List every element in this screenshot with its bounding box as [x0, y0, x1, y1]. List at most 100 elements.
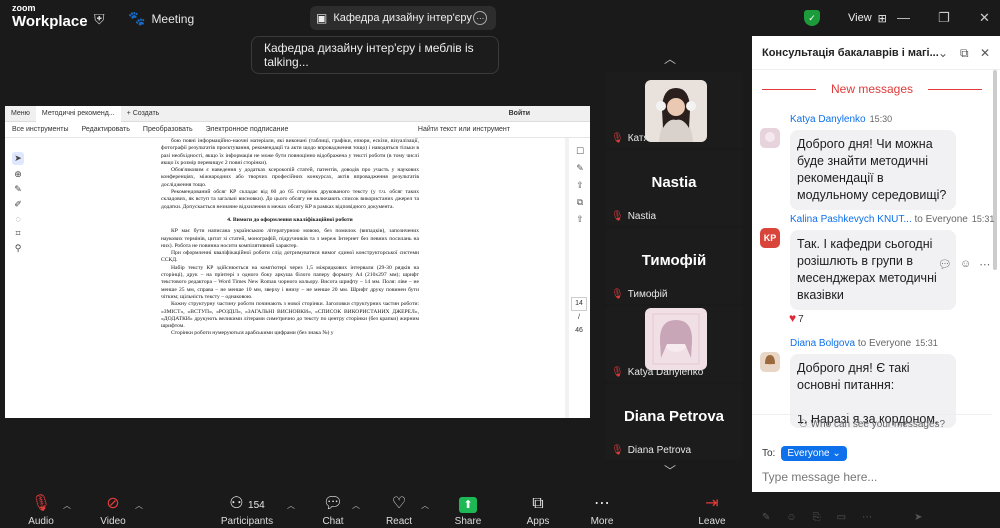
pop-out-icon[interactable]: ⧉ — [960, 46, 969, 61]
emoji-icon[interactable]: ☺ — [960, 258, 971, 271]
screenshot-icon[interactable]: ⎘ — [813, 512, 821, 523]
sharing-indicator[interactable]: ▣ Кафедра дизайну інтер'єру і ме ··· — [310, 6, 496, 30]
left-toolbar: ➤ ⊕ ✎ ✐ ◌ ⌗ ⚲ — [9, 152, 27, 272]
message-meta: Kalina Pashkevych KNUT... to Everyone 15:… — [790, 214, 994, 225]
people-icon: ⚇ — [798, 419, 808, 430]
react-button[interactable]: ♡ React — [369, 494, 429, 527]
message-actions: 💬︎ ☺ ⋯ — [938, 258, 990, 271]
edit-icon[interactable]: ✎ — [576, 163, 584, 174]
cursor-icon[interactable]: ➤ — [12, 152, 24, 165]
sender-name[interactable]: Diana Bolgova — [790, 338, 855, 349]
apps-icon: ⧉ — [532, 495, 544, 512]
tab-document[interactable]: Методичні рекоменд... — [35, 106, 121, 122]
paragraph: КР має бути написана українською літерат… — [161, 228, 419, 249]
message-text: Так. І кафедри сьогодні розішлють в груп… — [790, 230, 956, 310]
recipient-label: to Everyone — [914, 214, 968, 225]
comment-icon[interactable]: ☐ — [576, 146, 584, 157]
close-icon[interactable]: ✕ — [980, 46, 990, 60]
attach-icon[interactable]: ▭ — [837, 512, 846, 523]
chat-caret-icon[interactable]: ︿ — [352, 500, 360, 511]
doc-scrollbar[interactable] — [565, 138, 569, 418]
menu-convert[interactable]: Преобразовать — [143, 126, 193, 133]
doc-menu: Все инструменты Редактировать Преобразов… — [5, 122, 590, 138]
recipient-selector: To: Everyone ⌄ — [762, 446, 847, 461]
emoji-icon[interactable]: ☺ — [786, 512, 796, 523]
zoom-icon[interactable]: ⊕ — [14, 169, 22, 180]
tab-create[interactable]: + Создать — [121, 106, 166, 122]
message-time: 15:30 — [869, 114, 893, 124]
sender-name[interactable]: Katya Danylenko — [790, 114, 866, 125]
more-icon[interactable]: ⋯ — [862, 512, 872, 523]
menu-edit[interactable]: Редактировать — [82, 126, 130, 133]
react-label: React — [385, 516, 413, 527]
chevron-down-icon[interactable]: ⌄ — [938, 46, 948, 60]
menu-esign[interactable]: Электронное подписание — [206, 126, 289, 133]
message-time: 15:31 — [915, 338, 938, 348]
apps-button[interactable]: ⧉ Apps — [508, 494, 568, 527]
more-options-icon[interactable]: ··· — [473, 11, 488, 25]
participants-label: Participants — [220, 516, 274, 527]
more-icon[interactable]: ⋯ — [979, 258, 990, 271]
chevron-up-icon[interactable]: ︿ — [664, 50, 676, 67]
who-can-see-link[interactable]: ⚇ Who can see your messages? — [752, 414, 992, 434]
participant-display-name: Diana Petrova — [623, 408, 725, 425]
audio-button[interactable]: 🎙︎ Audio — [11, 494, 71, 527]
chat-scrollbar[interactable] — [993, 70, 997, 270]
close-icon[interactable]: ✕ — [979, 10, 990, 26]
sender-name[interactable]: Kalina Pashkevych KNUT... — [790, 214, 912, 225]
leave-icon: ⇥ — [705, 495, 719, 512]
share-screen-icon: ⬆ — [438, 494, 498, 514]
tab-menu[interactable]: Меню — [5, 106, 36, 122]
participants-button[interactable]: ⚇ 154 Participants — [216, 494, 278, 527]
chevron-down-icon[interactable]: ﹀ — [664, 462, 676, 479]
more-label: More — [590, 516, 614, 527]
apps-label: Apps — [526, 516, 550, 527]
participant-tile[interactable]: Nastia 🎙︎ Nastia — [605, 150, 743, 226]
paragraph: При оформленні кваліфікаційної роботи сл… — [161, 250, 419, 264]
more-button[interactable]: ⋯ More — [572, 494, 632, 527]
stamp-icon[interactable]: ⚲ — [15, 243, 22, 254]
format-icon[interactable]: ✎ — [762, 512, 770, 523]
avatar — [760, 128, 780, 148]
current-page[interactable]: 14 — [571, 297, 587, 311]
paragraph: Набір тексту КР здійснюється на комп'юте… — [161, 264, 419, 300]
participant-name: Diana Petrova — [627, 445, 692, 456]
logo-top: zoom — [12, 3, 36, 13]
to-label: To: — [762, 448, 776, 459]
participant-tile[interactable]: Тимофій 🎙︎ Тимофій — [605, 228, 743, 304]
participant-tile[interactable]: 🎙︎ Katya Danylenko — [605, 306, 743, 382]
participants-caret-icon[interactable]: ︿ — [287, 500, 295, 511]
participant-tile[interactable]: 🎙︎ Катя — [605, 72, 743, 148]
video-caret-icon[interactable]: ︿ — [135, 500, 143, 511]
mic-muted-icon: 🎙︎ — [30, 495, 52, 512]
leave-button[interactable]: ⇥ Leave — [682, 494, 742, 527]
text-select-icon[interactable]: ⌗ — [15, 228, 20, 239]
comment-icon[interactable]: 💬︎ — [938, 258, 952, 271]
sharing-title: Кафедра дизайну інтер'єру і ме — [333, 12, 473, 24]
chat-input[interactable]: Type message here... — [762, 470, 877, 484]
recipient-dropdown[interactable]: Everyone ⌄ — [781, 446, 847, 461]
react-caret-icon[interactable]: ︿ — [421, 500, 429, 511]
export-icon[interactable]: ⇪ — [576, 180, 584, 191]
highlight-icon[interactable]: ✐ — [14, 199, 22, 210]
send-icon[interactable]: ➤ — [914, 512, 922, 523]
lasso-icon[interactable]: ◌ — [15, 214, 20, 224]
menu-all-tools[interactable]: Все инструменты — [12, 126, 69, 133]
restore-icon[interactable]: ❐ — [938, 10, 950, 26]
copy-icon[interactable]: ⧉ — [577, 197, 583, 208]
view-button[interactable]: ✓ View ⊞ — [804, 8, 887, 28]
minimize-icon[interactable]: — — [897, 10, 910, 25]
pen-icon[interactable]: ✎ — [14, 184, 22, 195]
video-button[interactable]: ⊘ Video — [83, 494, 143, 527]
doc-search[interactable]: Найти текст или инструмент — [418, 126, 510, 133]
heart-reaction[interactable]: ♥ 7 — [789, 311, 804, 325]
shield-check-icon[interactable]: ⛨ — [94, 11, 105, 28]
mic-muted-icon: 🎙︎ — [611, 367, 624, 378]
signin-button[interactable]: Войти — [509, 110, 530, 117]
meeting-button[interactable]: 🐾 Meeting — [128, 10, 194, 27]
participant-tile[interactable]: Diana Petrova 🎙︎ Diana Petrova — [605, 384, 743, 460]
share-icon[interactable]: ⇧ — [576, 214, 584, 225]
share-button[interactable]: ⬆ Share — [438, 494, 498, 527]
mic-muted-icon: 🎙︎ — [611, 445, 624, 456]
audio-caret-icon[interactable]: ︿ — [63, 500, 71, 511]
